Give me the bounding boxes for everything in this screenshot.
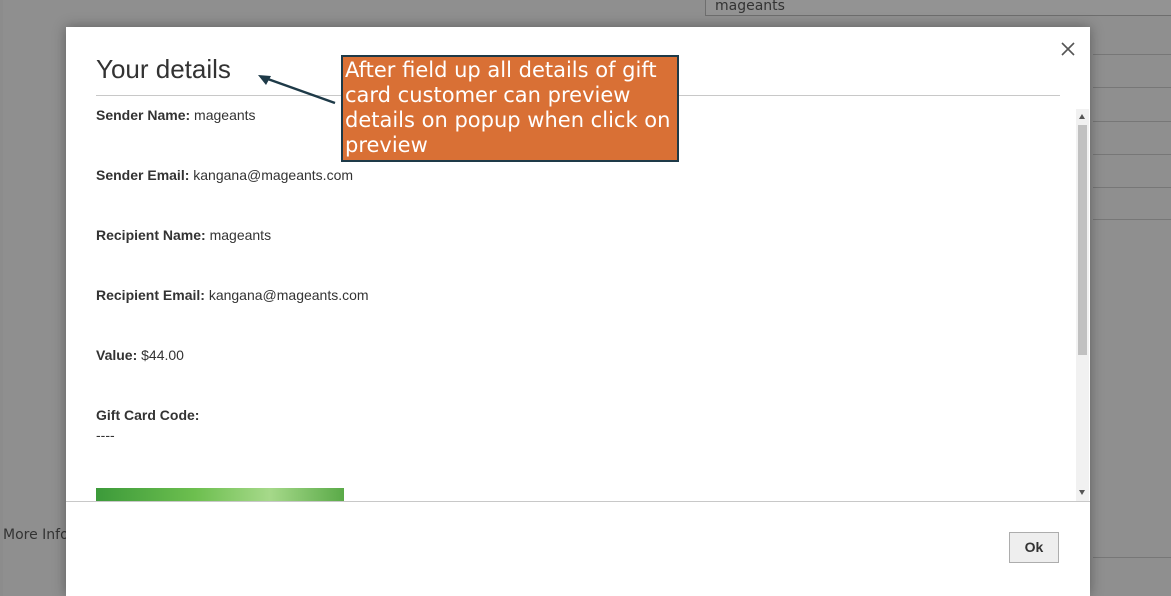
background-divider	[1093, 187, 1171, 188]
background-divider	[1093, 154, 1171, 155]
sender-name-row: Sender Name: mageants	[96, 107, 256, 123]
sender-name-value: mageants	[194, 107, 256, 123]
background-divider	[1093, 219, 1171, 220]
close-button[interactable]	[1058, 39, 1078, 59]
sender-email-value: kangana@mageants.com	[193, 167, 354, 183]
recipient-email-row: Recipient Email: kangana@mageants.com	[96, 287, 369, 303]
background-divider	[1093, 87, 1171, 88]
annotation-callout: After field up all details of gift card …	[341, 55, 679, 162]
recipient-email-value: kangana@mageants.com	[208, 287, 369, 303]
recipient-name-row: Recipient Name: mageants	[96, 227, 271, 243]
background-divider	[1093, 54, 1171, 55]
content-scrollbar[interactable]	[1076, 109, 1089, 501]
scroll-up-icon[interactable]	[1079, 114, 1085, 119]
annotation-arrow-icon	[258, 75, 336, 105]
close-icon	[1061, 42, 1075, 56]
value-label: Value:	[96, 347, 138, 363]
value-amount: $44.00	[141, 347, 184, 363]
recipient-name-value: mageants	[209, 227, 272, 243]
ok-button[interactable]: Ok	[1009, 532, 1059, 563]
gift-card-code-label: Gift Card Code:	[96, 407, 200, 423]
gift-card-code-value: ----	[96, 427, 115, 443]
footer-divider	[66, 501, 1090, 502]
modal-title: Your details	[96, 54, 231, 84]
gift-card-image	[96, 488, 344, 501]
sender-email-label: Sender Email:	[96, 167, 190, 183]
background-divider	[1093, 121, 1171, 122]
sender-email-row: Sender Email: kangana@mageants.com	[96, 167, 353, 183]
recipient-email-label: Recipient Email:	[96, 287, 205, 303]
sender-name-label: Sender Name:	[96, 107, 191, 123]
value-row: Value: $44.00	[96, 347, 184, 363]
recipient-name-label: Recipient Name:	[96, 227, 206, 243]
background-input: mageants	[705, 0, 1171, 16]
background-divider	[1093, 557, 1171, 558]
scroll-thumb[interactable]	[1078, 125, 1087, 355]
scroll-down-icon[interactable]	[1079, 490, 1085, 495]
details-content: Sender Name: mageants Sender Email: kang…	[96, 107, 1074, 501]
